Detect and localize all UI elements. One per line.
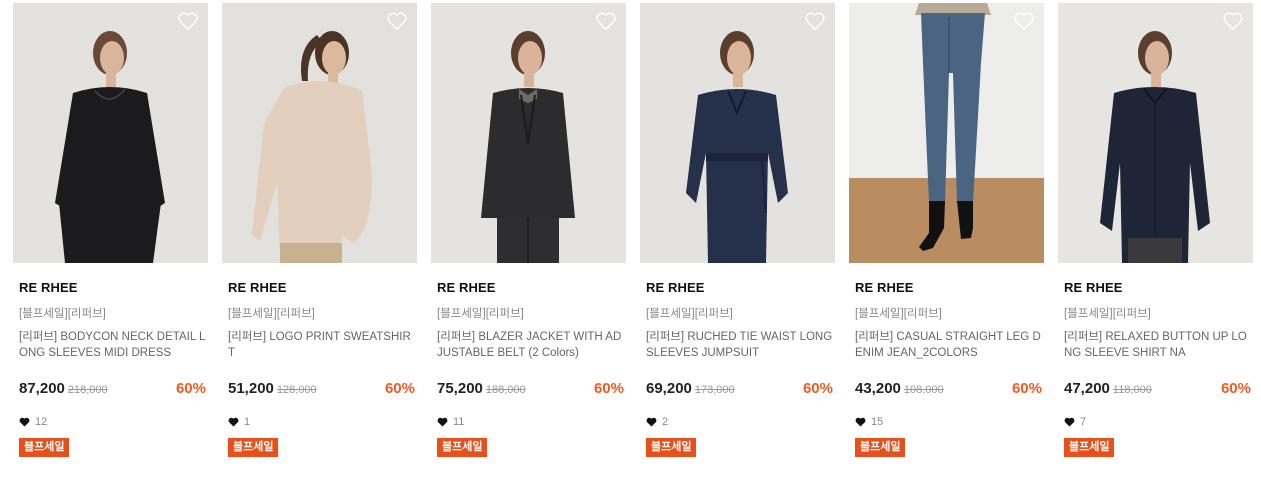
product-subtitle: [블프세일][리퍼브]	[646, 308, 733, 320]
product-title[interactable]: [리퍼브] CASUAL STRAIGHT LEG DENIM JEAN_2CO…	[855, 329, 1043, 361]
likes-count: 12	[19, 416, 47, 428]
original-price: 128,000	[276, 384, 317, 396]
product-photo	[849, 3, 1044, 263]
price-row: 43,200 108,000 60%	[855, 380, 1042, 400]
product-subtitle: [블프세일][리퍼브]	[1064, 308, 1151, 320]
product-photo	[222, 3, 417, 263]
price-row: 69,200 173,000 60%	[646, 380, 833, 400]
likes-number: 15	[871, 416, 884, 428]
sale-price: 69,200	[646, 380, 692, 397]
wishlist-heart-icon[interactable]	[1222, 11, 1244, 31]
heart-filled-icon	[19, 417, 30, 427]
likes-number: 1	[244, 416, 251, 428]
product-card[interactable]: RE RHEE [블프세일][리퍼브] [리퍼브] LOGO PRINT SWEAT…	[222, 3, 417, 473]
sale-price: 75,200	[437, 380, 483, 397]
product-photo	[431, 3, 626, 263]
sale-badge: 블프세일	[228, 438, 279, 457]
price-row: 75,200 188,000 60%	[437, 380, 624, 400]
product-image[interactable]	[849, 3, 1044, 263]
wishlist-heart-icon[interactable]	[595, 11, 617, 31]
likes-number: 11	[453, 416, 465, 428]
product-subtitle: [블프세일][리퍼브]	[437, 308, 524, 320]
sale-badge: 블프세일	[19, 438, 70, 457]
product-card[interactable]: RE RHEE [블프세일][리퍼브] [리퍼브] CASUAL STRAIGHT …	[849, 3, 1044, 473]
product-title[interactable]: [리퍼브] BODYCON NECK DETAIL LONG SLEEVES M…	[19, 329, 207, 361]
sale-badge: 블프세일	[1064, 438, 1115, 457]
wishlist-heart-icon[interactable]	[804, 11, 826, 31]
product-card[interactable]: RE RHEE [블프세일][리퍼브] [리퍼브] RUCHED TIE WAIST…	[640, 3, 835, 473]
product-photo	[1058, 3, 1253, 263]
likes-number: 2	[662, 416, 669, 428]
product-subtitle: [블프세일][리퍼브]	[19, 308, 106, 320]
discount-rate: 60%	[1220, 380, 1251, 397]
wishlist-heart-icon[interactable]	[386, 11, 408, 31]
sale-price: 51,200	[228, 380, 274, 397]
product-card[interactable]: RE RHEE [블프세일][리퍼브] [리퍼브] BODYCON NECK DET…	[13, 3, 208, 473]
discount-rate: 60%	[175, 380, 206, 397]
likes-count: 1	[228, 416, 250, 428]
product-card[interactable]: RE RHEE [블프세일][리퍼브] [리퍼브] RELAXED BUTTON U…	[1058, 3, 1253, 473]
heart-filled-icon	[1064, 417, 1075, 427]
sale-badge: 블프세일	[855, 438, 906, 457]
product-photo	[13, 3, 208, 263]
original-price: 173,000	[694, 384, 735, 396]
product-brand[interactable]: RE RHEE	[1064, 280, 1123, 295]
likes-number: 12	[35, 416, 48, 428]
heart-filled-icon	[855, 417, 866, 427]
product-brand[interactable]: RE RHEE	[646, 280, 705, 295]
likes-count: 2	[646, 416, 668, 428]
original-price: 108,000	[903, 384, 944, 396]
likes-number: 7	[1080, 416, 1087, 428]
product-grid: RE RHEE [블프세일][리퍼브] [리퍼브] BODYCON NECK DET…	[0, 0, 1261, 485]
product-subtitle: [블프세일][리퍼브]	[855, 308, 942, 320]
sale-badge: 블프세일	[437, 438, 488, 457]
discount-rate: 60%	[593, 380, 624, 397]
product-card[interactable]: RE RHEE [블프세일][리퍼브] [리퍼브] BLAZER JACKET WI…	[431, 3, 626, 473]
product-brand[interactable]: RE RHEE	[19, 280, 78, 295]
product-title[interactable]: [리퍼브] BLAZER JACKET WITH ADJUSTABLE BELT…	[437, 329, 625, 361]
heart-filled-icon	[437, 417, 448, 427]
heart-filled-icon	[646, 417, 657, 427]
likes-count: 7	[1064, 416, 1086, 428]
product-image[interactable]	[1058, 3, 1253, 263]
product-title[interactable]: [리퍼브] LOGO PRINT SWEATSHIRT	[228, 329, 416, 361]
likes-count: 15	[855, 416, 883, 428]
price-row: 47,200 118,000 60%	[1064, 380, 1251, 400]
product-subtitle: [블프세일][리퍼브]	[228, 308, 315, 320]
original-price: 188,000	[485, 384, 526, 396]
heart-filled-icon	[228, 417, 239, 427]
product-brand[interactable]: RE RHEE	[228, 280, 287, 295]
discount-rate: 60%	[1011, 380, 1042, 397]
product-image[interactable]	[13, 3, 208, 263]
wishlist-heart-icon[interactable]	[1013, 11, 1035, 31]
price-row: 87,200 218,000 60%	[19, 380, 206, 400]
product-title[interactable]: [리퍼브] RUCHED TIE WAIST LONG SLEEVES JUMP…	[646, 329, 834, 361]
product-photo	[640, 3, 835, 263]
sale-price: 47,200	[1064, 380, 1110, 397]
product-image[interactable]	[431, 3, 626, 263]
sale-badge: 블프세일	[646, 438, 697, 457]
product-image[interactable]	[640, 3, 835, 263]
discount-rate: 60%	[802, 380, 833, 397]
wishlist-heart-icon[interactable]	[177, 11, 199, 31]
original-price: 118,000	[1112, 384, 1152, 396]
product-brand[interactable]: RE RHEE	[437, 280, 496, 295]
price-row: 51,200 128,000 60%	[228, 380, 415, 400]
discount-rate: 60%	[384, 380, 415, 397]
original-price: 218,000	[67, 384, 108, 396]
sale-price: 87,200	[19, 380, 65, 397]
sale-price: 43,200	[855, 380, 901, 397]
likes-count: 11	[437, 416, 464, 428]
product-title[interactable]: [리퍼브] RELAXED BUTTON UP LONG SLEEVE SHIR…	[1064, 329, 1252, 361]
product-brand[interactable]: RE RHEE	[855, 280, 914, 295]
product-image[interactable]	[222, 3, 417, 263]
